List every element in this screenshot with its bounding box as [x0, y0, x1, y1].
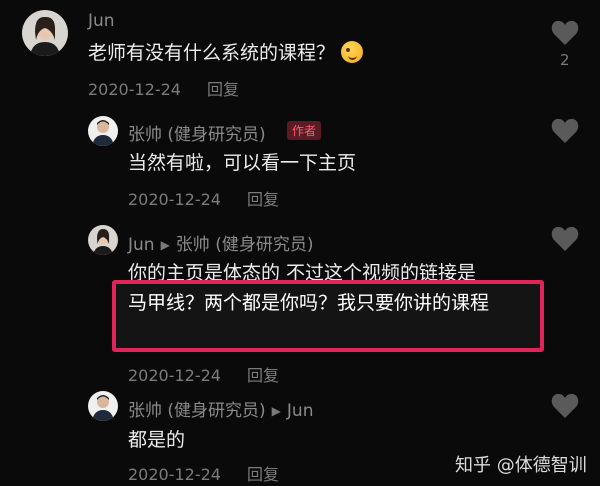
reply-arrow-icon: ▶ [160, 238, 170, 252]
wink-tongue-emoji-icon [341, 41, 364, 63]
comment-meta: 2020-12-24 回复 [128, 186, 279, 210]
avatar-author[interactable] [88, 116, 118, 146]
highlighted-comment-text: 马甲线？两个都是你吗？我只要你讲的课程 [128, 292, 490, 314]
heart-icon[interactable] [551, 118, 579, 144]
comment-username[interactable]: Jun [88, 11, 115, 31]
reply-button[interactable]: 回复 [247, 366, 279, 385]
comment-date: 2020-12-24 [128, 190, 221, 209]
reply-arrow-icon: ▶ [271, 404, 281, 418]
comment-meta: 2020-12-24 回复 [88, 76, 239, 100]
heart-icon[interactable] [551, 393, 579, 419]
comment-username[interactable]: 张帅 (健身研究员) [128, 120, 266, 145]
zhihu-watermark: 知乎 @体德智训 [455, 455, 587, 476]
author-badge: 作者 [287, 121, 322, 140]
comment-username-link[interactable]: 张帅 (健身研究员) [128, 401, 266, 421]
reply-to-username[interactable]: 张帅 (健身研究员) [176, 235, 314, 255]
comment-username: 张帅 (健身研究员) ▶ Jun [128, 396, 313, 421]
comment-meta: 2020-12-24 回复 [128, 362, 279, 386]
reply-button[interactable]: 回复 [247, 190, 279, 209]
heart-icon[interactable] [551, 226, 579, 252]
comment-username-link[interactable]: Jun [128, 235, 155, 255]
avatar-author[interactable] [88, 391, 118, 421]
like-count: 2 [560, 51, 570, 69]
reply-to-username[interactable]: Jun [287, 401, 314, 421]
avatar-jun[interactable] [88, 225, 118, 255]
comment-date: 2020-12-24 [128, 465, 221, 484]
comment-text: 当然有啦，可以看一下主页 [128, 152, 357, 174]
reply-button[interactable]: 回复 [247, 465, 279, 484]
comment-username: Jun ▶ 张帅 (健身研究员) [128, 230, 313, 255]
comment-date: 2020-12-24 [128, 366, 221, 385]
heart-icon[interactable] [551, 20, 579, 46]
comment-text-content: 老师有没有什么系统的课程？ [88, 42, 336, 64]
avatar-jun[interactable] [22, 10, 68, 56]
comment-meta: 2020-12-24 回复 [128, 461, 279, 485]
comment-text: 老师有没有什么系统的课程？ [88, 38, 364, 65]
reply-button[interactable]: 回复 [207, 80, 239, 99]
comment-text: 都是的 [128, 429, 186, 451]
comment-date: 2020-12-24 [88, 80, 181, 99]
